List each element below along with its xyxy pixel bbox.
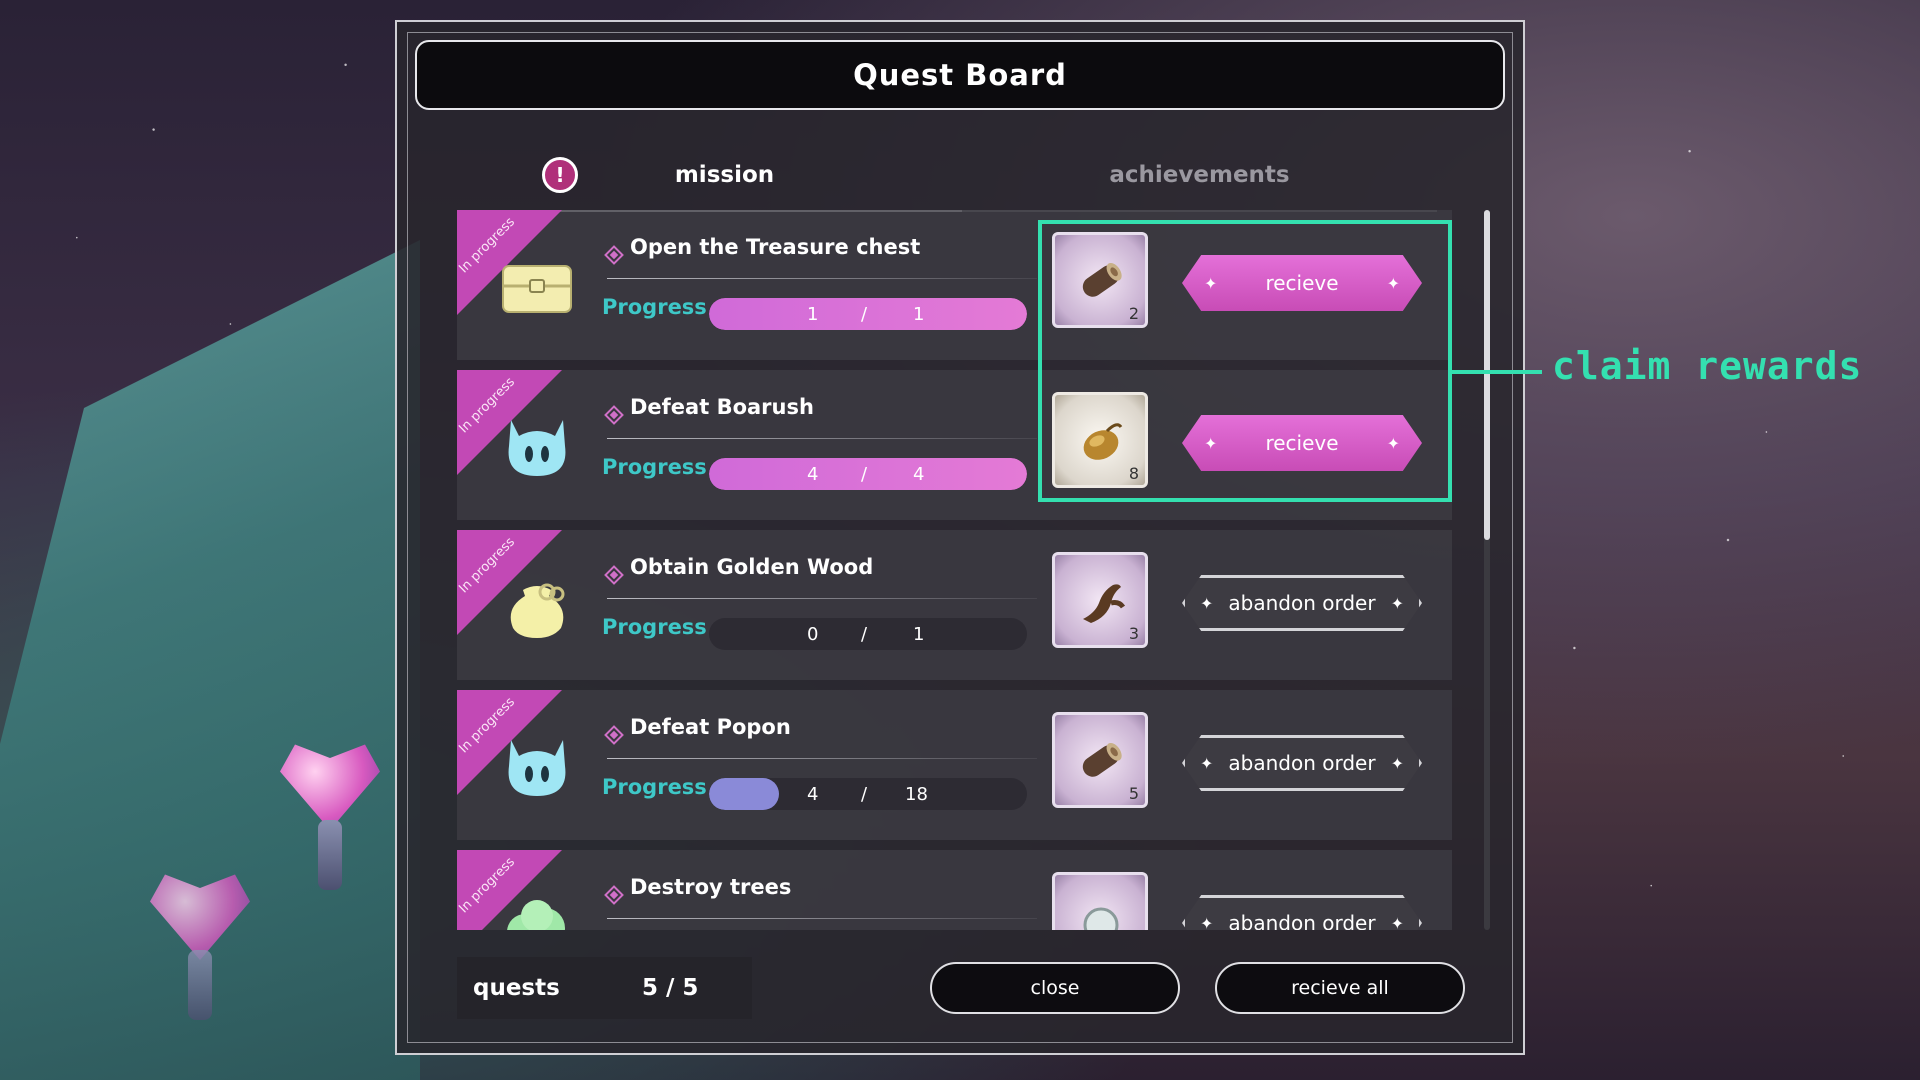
progress-current: 4: [807, 783, 819, 805]
reward-count: 5: [1128, 784, 1139, 803]
quest-name: Obtain Golden Wood: [630, 555, 874, 579]
quest-marker-icon: [604, 245, 624, 265]
quest-counter-value: 5 / 5: [642, 975, 699, 1001]
treasure-chest-icon: [502, 265, 572, 313]
close-button[interactable]: close: [930, 962, 1180, 1014]
divider: [607, 598, 1037, 599]
progress-value: 4 / 4: [709, 458, 1027, 490]
ghost-monster-icon: [508, 740, 566, 796]
progress-current: 0: [807, 623, 819, 645]
quest-marker-icon: [604, 405, 624, 425]
progress-separator: /: [861, 463, 868, 485]
recieve-all-button-label: recieve all: [1291, 977, 1389, 999]
quest-board-panel: Quest Board mission ! achievements In pr…: [395, 20, 1525, 1055]
progress-label: Progress: [602, 455, 707, 479]
quest-marker-icon: [604, 565, 624, 585]
quest-name: Defeat Boarush: [630, 395, 814, 419]
progress-value: 4 / 18: [709, 778, 1027, 810]
claim-rewards-highlight: [1038, 220, 1452, 502]
quest-marker-icon: [604, 885, 624, 905]
quest-counter: quests 5 / 5: [457, 957, 752, 1019]
divider: [607, 438, 1037, 439]
tree-icon: [507, 900, 565, 930]
abandon-order-label: abandon order: [1228, 751, 1376, 775]
heart-pedestal: [188, 950, 212, 1020]
progress-total: 18: [905, 783, 928, 805]
sparkle-icon: ✦: [1390, 593, 1404, 613]
abandon-order-button[interactable]: ✦ abandon order ✦: [1182, 575, 1422, 631]
panel-title: Quest Board: [853, 58, 1067, 92]
abandon-order-button[interactable]: ✦ abandon order ✦: [1182, 735, 1422, 791]
quest-name: Defeat Popon: [630, 715, 791, 739]
progress-label: Progress: [602, 615, 707, 639]
progress-label: Progress: [602, 295, 707, 319]
tab-achievements-label: achievements: [1109, 162, 1290, 188]
progress-current: 4: [807, 463, 819, 485]
heart-pedestal: [318, 820, 342, 890]
branch-icon: [1083, 584, 1126, 623]
sparkle-icon: ✦: [1390, 753, 1404, 773]
alert-icon: !: [542, 157, 578, 193]
reward-slot[interactable]: [1052, 872, 1148, 930]
claim-rewards-connector: [1452, 370, 1542, 374]
sparkle-icon: ✦: [1200, 593, 1214, 613]
log-icon: [1082, 742, 1122, 777]
progress-current: 1: [807, 303, 819, 325]
orb-icon: [1083, 907, 1119, 930]
progress-value: 1 / 1: [709, 298, 1027, 330]
tab-bar: mission ! achievements: [487, 140, 1437, 212]
scrollbar[interactable]: [1484, 210, 1490, 930]
abandon-order-label: abandon order: [1228, 911, 1376, 930]
abandon-order-label: abandon order: [1228, 591, 1376, 615]
progress-total: 1: [913, 623, 925, 645]
reward-slot[interactable]: 3: [1052, 552, 1148, 648]
progress-value: 0 / 1: [709, 618, 1027, 650]
sparkle-icon: ✦: [1200, 753, 1214, 773]
recieve-all-button[interactable]: recieve all: [1215, 962, 1465, 1014]
divider: [607, 758, 1037, 759]
quest-row: In progress Defeat Popon Progress 4 / 18…: [457, 690, 1452, 840]
progress-total: 4: [913, 463, 925, 485]
divider: [607, 278, 1037, 279]
quest-counter-label: quests: [473, 975, 560, 1001]
progress-total: 1: [913, 303, 925, 325]
sparkle-icon: ✦: [1200, 913, 1214, 931]
close-button-label: close: [1030, 977, 1080, 999]
ghost-monster-icon: [508, 420, 566, 476]
tab-mission-label: mission: [674, 162, 775, 188]
progress-separator: /: [861, 303, 868, 325]
reward-count: 3: [1128, 624, 1139, 643]
quest-marker-icon: [604, 725, 624, 745]
tab-achievements[interactable]: achievements: [962, 140, 1437, 212]
coin-bag-icon: [510, 583, 565, 638]
quest-row: In progress Destroy trees ✦ abandon orde…: [457, 850, 1452, 930]
claim-rewards-annotation: claim rewards: [1552, 344, 1863, 388]
scrollbar-thumb[interactable]: [1484, 210, 1490, 540]
quest-name: Destroy trees: [630, 875, 792, 899]
divider: [607, 918, 1037, 919]
reward-slot[interactable]: 5: [1052, 712, 1148, 808]
quest-row: In progress Obtain Golden Wood Progress …: [457, 530, 1452, 680]
quest-name: Open the Treasure chest: [630, 235, 921, 259]
sparkle-icon: ✦: [1390, 913, 1404, 931]
progress-separator: /: [861, 783, 868, 805]
abandon-order-button[interactable]: ✦ abandon order ✦: [1182, 895, 1422, 930]
title-bar: Quest Board: [415, 40, 1505, 110]
progress-label: Progress: [602, 775, 707, 799]
progress-separator: /: [861, 623, 868, 645]
